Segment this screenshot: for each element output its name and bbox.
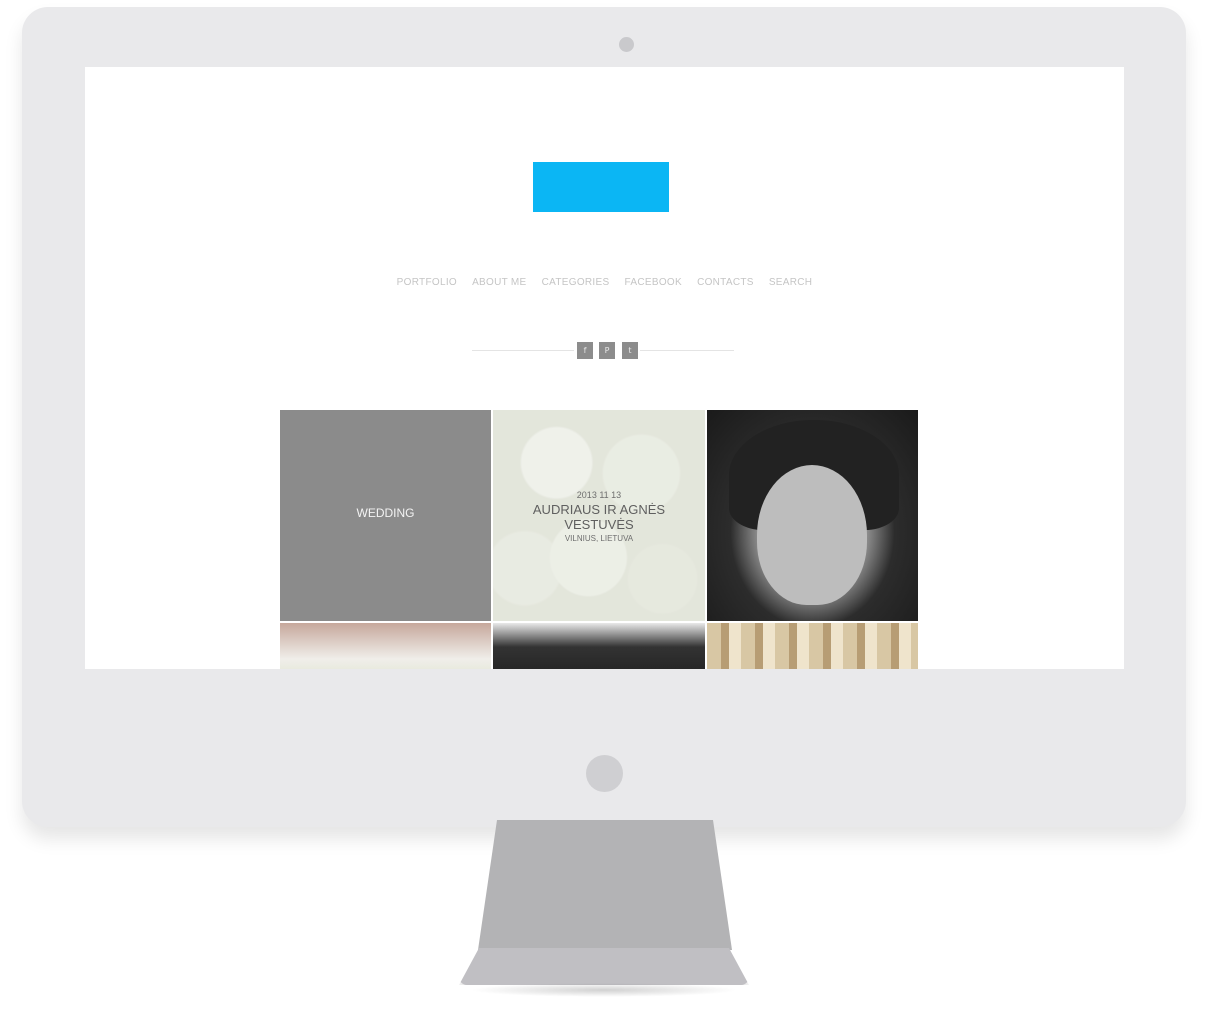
post-title: AUDRIAUS IR AGNĖS VESTUVĖS [532,502,666,532]
bouquet-photo-tile[interactable] [280,623,491,669]
category-label: WEDDING [356,506,415,520]
architecture-photo-tile[interactable] [707,623,918,669]
facebook-icon[interactable]: f [577,342,593,359]
post-location: VILNIUS, LIETUVA [564,534,634,543]
monitor-stand-neck [478,820,732,950]
post-date: 2013 11 13 [576,490,622,500]
nav-item-portfolio[interactable]: PORTFOLIO [397,277,457,288]
camera-dot [619,37,634,52]
monitor-button [586,755,623,792]
site-logo[interactable] [533,162,669,212]
social-links: f P t [472,341,734,359]
monitor-stand-base [459,948,749,985]
divider-right [640,350,734,351]
nav-item-categories[interactable]: CATEGORIES [542,277,610,288]
bride-photo-tile[interactable] [493,623,705,669]
website-screen: PORTFOLIO ABOUT ME CATEGORIES FACEBOOK C… [85,67,1124,669]
portrait-photo-tile[interactable] [707,410,918,621]
nav-item-search[interactable]: SEARCH [769,277,812,288]
portrait-face [757,465,867,605]
nav-item-contacts[interactable]: CONTACTS [697,277,754,288]
category-tile-wedding[interactable]: WEDDING [280,410,491,621]
divider-left [472,350,574,351]
main-nav: PORTFOLIO ABOUT ME CATEGORIES FACEBOOK C… [85,277,1124,288]
nav-item-facebook[interactable]: FACEBOOK [625,277,682,288]
twitter-icon[interactable]: t [622,342,638,359]
featured-post-tile[interactable]: 2013 11 13 AUDRIAUS IR AGNĖS VESTUVĖS VI… [493,410,705,621]
pinterest-icon[interactable]: P [599,342,615,359]
nav-item-about-me[interactable]: ABOUT ME [472,277,526,288]
stand-shadow [470,983,738,997]
